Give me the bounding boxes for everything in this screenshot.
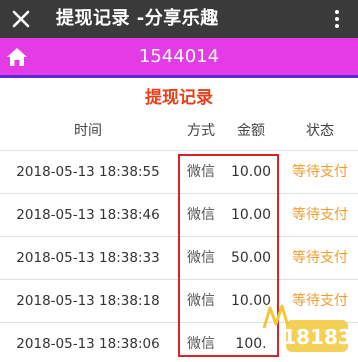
header-time: 时间	[74, 123, 102, 139]
row-amount: 10.00	[230, 164, 272, 180]
row-method: 微信	[187, 207, 215, 223]
more-vertical-icon[interactable]	[326, 8, 348, 30]
row-method: 微信	[187, 293, 215, 309]
row-amount: 10.00	[230, 207, 272, 223]
row-status: 等待支付	[292, 207, 348, 223]
row-status: 等待支付	[292, 293, 348, 309]
table-row: 2018-05-13 18:38:06 微信 100.	[0, 322, 358, 362]
row-time: 2018-05-13 18:38:55	[16, 164, 160, 180]
row-time: 2018-05-13 18:38:46	[16, 207, 160, 223]
row-status: 等待支付	[292, 164, 348, 180]
row-amount: 10.00	[230, 293, 272, 309]
row-status: 等待支付	[292, 250, 348, 266]
page-title: 提现记录 -分享乐趣	[56, 8, 219, 29]
row-amount: 50.00	[230, 250, 272, 266]
table-header: 时间 方式 金额 状态	[0, 118, 358, 144]
section-title: 提现记录	[145, 88, 213, 108]
row-amount: 100.	[235, 336, 267, 352]
table-row: 2018-05-13 18:38:33 微信 50.00 等待支付	[0, 236, 358, 279]
user-id: 1544014	[138, 46, 220, 67]
row-method: 微信	[187, 164, 215, 180]
row-time: 2018-05-13 18:38:33	[16, 250, 160, 266]
row-time: 2018-05-13 18:38:18	[16, 293, 160, 309]
table-row: 2018-05-13 18:38:55 微信 10.00 等待支付	[0, 150, 358, 193]
table-row: 2018-05-13 18:38:46 微信 10.00 等待支付	[0, 193, 358, 236]
title-bar: 提现记录 -分享乐趣	[0, 0, 358, 38]
close-icon-glyph	[12, 10, 30, 28]
close-icon[interactable]	[8, 6, 34, 32]
header-method: 方式	[187, 123, 215, 139]
user-bar: 1544014	[0, 38, 358, 78]
row-time: 2018-05-13 18:38:06	[16, 336, 160, 352]
header-amount: 金额	[237, 123, 265, 139]
table-row: 2018-05-13 18:38:18 微信 10.00 等待支付	[0, 279, 358, 322]
row-method: 微信	[187, 250, 215, 266]
header-status: 状态	[306, 123, 334, 139]
row-method: 微信	[187, 336, 215, 352]
